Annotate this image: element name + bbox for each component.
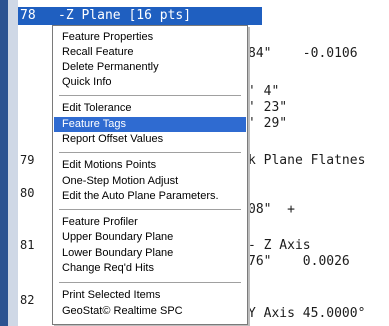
editor-gutter-bar [0,0,8,326]
code-text: 84" -0.0106 [248,46,358,61]
code-text: k Plane Flatnes [248,153,366,168]
menu-item-edit-auto-plane-parameters[interactable]: Edit the Auto Plane Parameters. [54,189,246,204]
line-number: 81 [20,238,35,252]
code-text: ' 29" [248,116,288,131]
highlighted-code-line[interactable]: 78 -Z Plane [16 pts] [18,7,262,25]
menu-item-geostat-realtime-spc[interactable]: GeoStat© Realtime SPC [54,304,246,319]
menu-item-delete-permanently[interactable]: Delete Permanently [54,60,246,75]
code-text: 76" 0.0026 [248,254,350,269]
menu-item-recall-feature[interactable]: Recall Feature [54,45,246,60]
menu-item-change-reqd-hits[interactable]: Change Req'd Hits [54,261,246,276]
menu-separator [59,95,241,96]
code-text: ' 4" [248,84,280,99]
menu-item-feature-profiler[interactable]: Feature Profiler [54,215,246,230]
menu-item-upper-boundary-plane[interactable]: Upper Boundary Plane [54,230,246,245]
menu-item-feature-properties[interactable]: Feature Properties [54,30,246,45]
menu-item-one-step-motion-adjust[interactable]: One-Step Motion Adjust [54,174,246,189]
menu-item-print-selected-items[interactable]: Print Selected Items [54,288,246,303]
line-number: 82 [20,293,35,307]
code-text: 08" + [248,202,295,217]
menu-item-feature-tags[interactable]: Feature Tags [54,117,246,132]
menu-item-lower-boundary-plane[interactable]: Lower Boundary Plane [54,246,246,261]
highlighted-line-text: -Z Plane [16 pts] [58,8,192,23]
line-number: 79 [20,153,35,167]
editor-gutter [8,0,18,326]
menu-separator [59,209,241,210]
menu-separator [59,152,241,153]
code-text: Y Axis 45.0000° [248,306,366,321]
line-number: 78 [20,8,36,23]
menu-item-quick-info[interactable]: Quick Info [54,75,246,90]
menu-separator [59,282,241,283]
code-text: ' 23" [248,100,288,115]
code-text: - Z Axis [248,238,311,253]
line-number: 80 [20,186,35,200]
menu-item-report-offset-values[interactable]: Report Offset Values [54,132,246,147]
menu-item-edit-tolerance[interactable]: Edit Tolerance [54,101,246,116]
context-menu: Feature Properties Recall Feature Delete… [52,25,248,325]
menu-item-edit-motions-points[interactable]: Edit Motions Points [54,158,246,173]
